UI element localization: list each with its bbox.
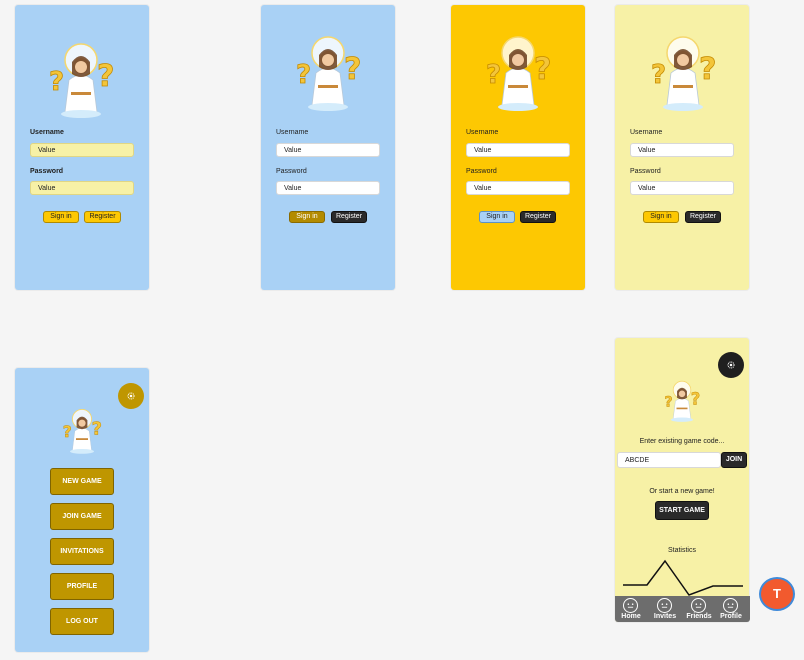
svg-text:?: ? [296, 60, 311, 90]
gear-icon [727, 361, 735, 369]
svg-text:?: ? [97, 59, 114, 94]
new-game-button[interactable]: NEW GAME [50, 468, 114, 495]
register-button[interactable]: Register [685, 211, 721, 223]
join-game-button[interactable]: JOIN GAME [50, 503, 114, 530]
svg-text:?: ? [63, 423, 72, 441]
settings-button[interactable] [118, 383, 144, 409]
password-label: Password [30, 168, 64, 175]
password-label: Password [466, 168, 497, 175]
neutral-face-icon [623, 598, 638, 613]
avatar-illustration: ? ? [41, 40, 121, 120]
password-label: Password [630, 168, 661, 175]
password-field[interactable]: Value [30, 181, 134, 195]
avatar-illustration: ? ? [288, 33, 368, 113]
username-label: Username [276, 129, 309, 136]
profile-button[interactable]: PROFILE [50, 573, 114, 600]
neutral-face-icon [723, 598, 738, 613]
username-label: Username [630, 129, 663, 136]
svg-text:?: ? [699, 52, 716, 87]
username-field[interactable]: Value [466, 143, 570, 157]
sign-in-button[interactable]: Sign in [643, 211, 679, 223]
register-button[interactable]: Register [331, 211, 367, 223]
nav-invites[interactable]: Invites [650, 596, 680, 622]
neutral-face-icon [691, 598, 706, 613]
invitations-button[interactable]: INVITATIONS [50, 538, 114, 565]
svg-text:?: ? [49, 67, 64, 97]
statistics-label: Statistics [667, 547, 696, 554]
svg-text:?: ? [691, 389, 701, 408]
gear-icon [127, 392, 135, 400]
username-field[interactable]: Value [276, 143, 380, 157]
settings-button[interactable] [718, 352, 744, 378]
password-field[interactable]: Value [630, 181, 734, 195]
svg-text:?: ? [651, 60, 666, 90]
sign-in-button[interactable]: Sign in [43, 211, 79, 223]
avatar-illustration: ? ? [58, 407, 106, 455]
register-button[interactable]: Register [520, 211, 556, 223]
username-label: Username [30, 129, 64, 136]
sign-in-button[interactable]: Sign in [479, 211, 515, 223]
username-field[interactable]: Value [630, 143, 734, 157]
username-field[interactable]: Value [30, 143, 134, 157]
nav-home[interactable]: Home [616, 596, 646, 622]
register-button[interactable]: Register [84, 211, 121, 223]
avatar-illustration: ? ? [660, 379, 704, 423]
password-label: Password [276, 168, 307, 175]
bottom-nav: Home Invites Friends Profile [615, 596, 750, 622]
avatar-illustration: ? ? [643, 33, 723, 113]
game-code-input[interactable]: ABCDE [617, 452, 721, 468]
sign-in-button[interactable]: Sign in [289, 211, 325, 223]
svg-text:?: ? [486, 60, 501, 90]
floating-action-button[interactable]: T [761, 579, 793, 609]
log-out-button[interactable]: LOG OUT [50, 608, 114, 635]
password-field[interactable]: Value [466, 181, 570, 195]
svg-text:?: ? [344, 52, 361, 87]
password-field[interactable]: Value [276, 181, 380, 195]
statistics-line [623, 559, 743, 596]
nav-label: Profile [720, 613, 742, 620]
svg-text:?: ? [534, 52, 551, 87]
neutral-face-icon [657, 598, 672, 613]
start-game-button[interactable]: START GAME [655, 501, 709, 520]
svg-text:?: ? [92, 419, 102, 440]
or-start-text: Or start a new game! [649, 488, 715, 495]
enter-code-text: Enter existing game code... [639, 438, 725, 445]
nav-profile[interactable]: Profile [716, 596, 746, 622]
svg-text:?: ? [664, 395, 672, 411]
avatar-illustration: ? ? [478, 33, 558, 113]
username-label: Username [466, 129, 499, 136]
join-button[interactable]: JOIN [721, 452, 747, 468]
